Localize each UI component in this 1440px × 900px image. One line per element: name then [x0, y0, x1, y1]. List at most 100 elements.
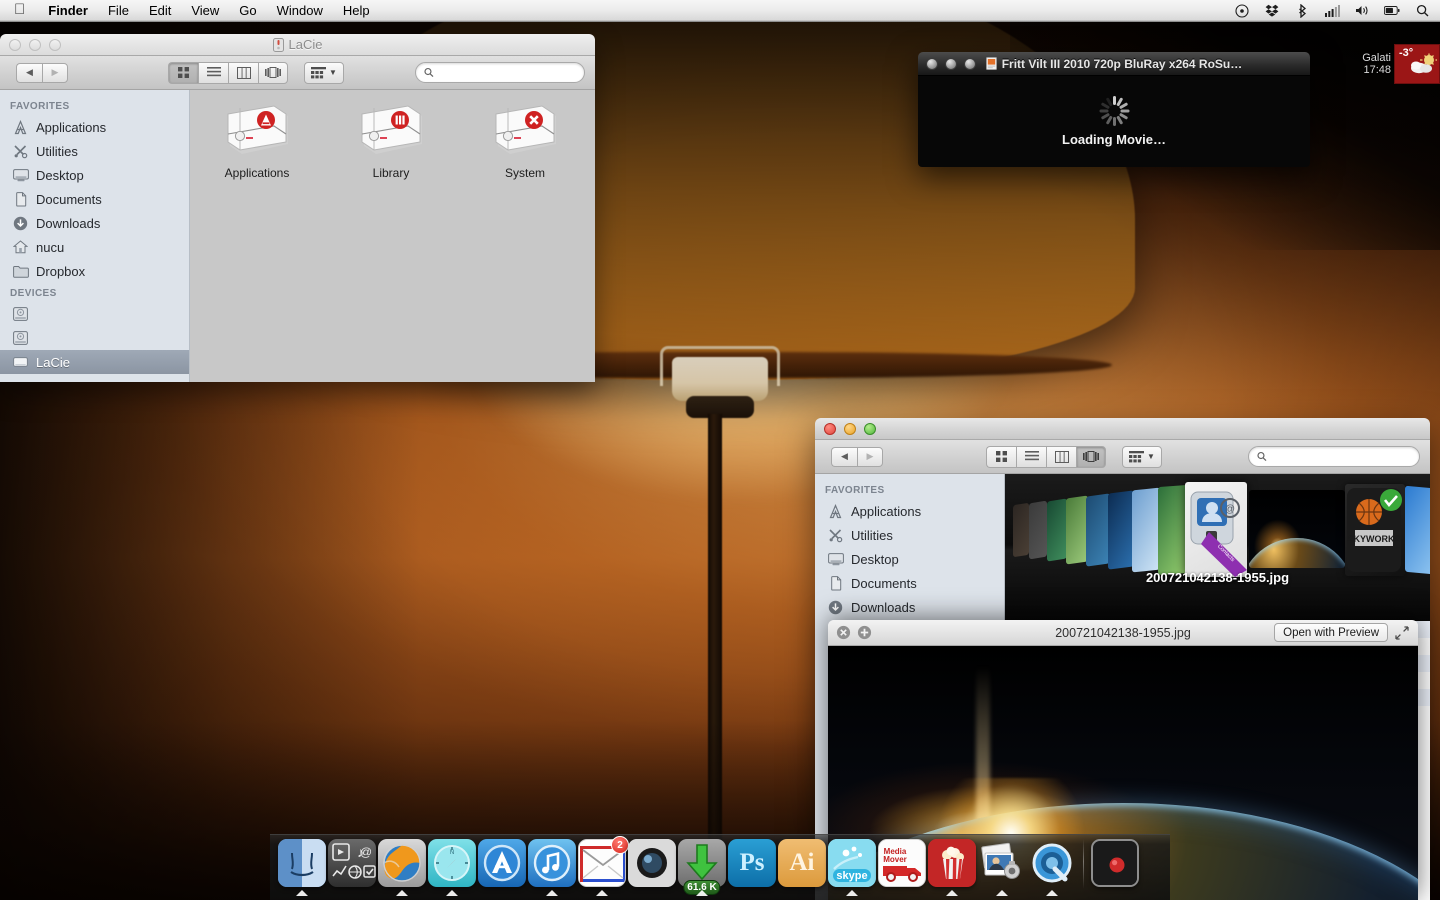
weather-widget[interactable]: Galati 17:48 -3° — [1352, 44, 1440, 84]
dock-item-app-store[interactable] — [478, 839, 526, 897]
icon-view-button[interactable] — [168, 61, 198, 84]
dock[interactable]: ♪ @ N 2 61.6 K Ps Ai skype Media Mover — [270, 834, 1170, 900]
dock-item-popcorn[interactable] — [928, 839, 976, 897]
dock-item-downloader[interactable]: 61.6 K — [678, 839, 726, 897]
titlebar-movie[interactable]: Fritt Vilt III 2010 720p BluRay x264 RoS… — [918, 52, 1310, 76]
cover-item[interactable] — [1108, 490, 1134, 570]
spotlight-search-icon[interactable] — [1414, 4, 1430, 18]
back-button[interactable]: ◀ — [16, 62, 42, 83]
quicklook-close-icon[interactable] — [836, 625, 851, 640]
dock-item-iphoto[interactable] — [978, 839, 1026, 897]
menu-item-window[interactable]: Window — [267, 0, 333, 22]
sidebar-item-downloads[interactable]: Downloads — [815, 595, 1004, 619]
search-box-coverflow[interactable] — [1248, 446, 1420, 467]
open-with-preview-button[interactable]: Open with Preview — [1274, 623, 1388, 642]
titlebar-lacie[interactable]: LaCie — [0, 34, 595, 56]
bluetooth-icon[interactable] — [1294, 3, 1310, 18]
search-input[interactable] — [1271, 450, 1411, 463]
sidebar-item-utilities[interactable]: Utilities — [815, 523, 1004, 547]
dock-item-dashboard[interactable]: ♪ @ — [328, 839, 376, 897]
coverflow-view-button[interactable] — [258, 61, 288, 84]
sidebar-item-downloads[interactable]: Downloads — [0, 211, 189, 235]
sidebar-item-documents[interactable]: Documents — [815, 571, 1004, 595]
menu-item-help[interactable]: Help — [333, 0, 380, 22]
dock-item-mail[interactable]: 2 — [578, 836, 629, 897]
list-view-button[interactable] — [1016, 445, 1046, 468]
movie-viewport[interactable]: Loading Movie… — [918, 76, 1310, 167]
cover-item-selected-right[interactable]: SKYWORKS — [1345, 484, 1405, 576]
list-view-button[interactable] — [198, 61, 228, 84]
cover-item-selected[interactable]: @ Contacts — [1185, 482, 1247, 577]
dock-item-illustrator[interactable]: Ai — [778, 839, 826, 897]
sidebar-item-utilities[interactable]: Utilities — [0, 139, 189, 163]
sidebar-item-lacie[interactable]: LaCie — [0, 350, 189, 374]
volume-icon[interactable] — [1354, 4, 1370, 18]
forward-button[interactable]: ▶ — [857, 446, 883, 467]
timemachine-icon[interactable] — [1234, 3, 1250, 18]
dock-item-screen-recorder[interactable] — [1091, 839, 1139, 897]
wifi-signal-icon[interactable] — [1324, 4, 1340, 18]
menu-item-file[interactable]: File — [98, 0, 139, 22]
cover-item[interactable] — [1405, 485, 1430, 575]
sidebar-item-documents[interactable]: Documents — [0, 187, 189, 211]
menu-item-go[interactable]: Go — [229, 0, 266, 22]
toolbar-coverflow[interactable]: ◀ ▶ ▼ — [815, 440, 1430, 474]
dock-item-itunes[interactable] — [528, 839, 576, 897]
cover-item[interactable] — [1047, 498, 1067, 562]
column-view-button[interactable] — [1046, 445, 1076, 468]
movie-player-window[interactable]: Fritt Vilt III 2010 720p BluRay x264 RoS… — [918, 52, 1310, 167]
close-button[interactable] — [824, 422, 836, 435]
sidebar-item-nucu[interactable]: nucu — [0, 235, 189, 259]
dock-item-browser[interactable] — [378, 839, 426, 897]
minimize-button[interactable] — [844, 422, 856, 435]
file-item-applications[interactable]: Applications — [208, 104, 306, 180]
dropbox-icon[interactable] — [1264, 4, 1280, 18]
sidebar-item-applications[interactable]: Applications — [815, 499, 1004, 523]
coverflow-view-button[interactable] — [1076, 445, 1106, 468]
dock-item-skype[interactable]: skype — [828, 839, 876, 897]
coverflow-stage[interactable]: @ Contacts SKYWORKS 200721042138-1955.jp… — [1005, 474, 1430, 621]
search-input[interactable] — [438, 66, 576, 79]
battery-icon[interactable] — [1384, 4, 1400, 18]
zoom-button[interactable] — [49, 38, 61, 51]
file-item-system[interactable]: System — [476, 104, 574, 180]
cover-item[interactable] — [1086, 493, 1110, 567]
titlebar-coverflow[interactable] — [815, 418, 1430, 440]
action-gear-menu[interactable]: ▼ — [1122, 445, 1162, 468]
sidebar-item-drive-1[interactable] — [0, 302, 189, 326]
dock-item-photoshop[interactable]: Ps — [728, 839, 776, 897]
icon-view-button[interactable] — [986, 445, 1016, 468]
dock-item-photo-booth[interactable] — [628, 839, 676, 897]
cover-item[interactable] — [1132, 487, 1160, 573]
close-button[interactable] — [9, 38, 21, 51]
cover-item[interactable] — [1029, 500, 1047, 560]
cover-item[interactable] — [1158, 484, 1188, 576]
dock-item-safari[interactable]: N — [428, 839, 476, 897]
cover-item-center[interactable] — [1249, 490, 1345, 568]
column-view-button[interactable] — [228, 61, 258, 84]
menu-item-view[interactable]: View — [181, 0, 229, 22]
dock-item-quicktime[interactable] — [1028, 839, 1076, 897]
search-box-lacie[interactable] — [415, 62, 585, 83]
forward-button[interactable]: ▶ — [42, 62, 68, 83]
file-item-library[interactable]: Library — [342, 104, 440, 180]
quicklook-add-icon[interactable] — [857, 625, 872, 640]
sidebar-item-drive-2[interactable] — [0, 326, 189, 350]
file-area-lacie[interactable]: Applications Library System — [190, 90, 595, 382]
cover-item[interactable] — [1066, 495, 1088, 565]
quicklook-fullscreen-icon[interactable] — [1394, 625, 1410, 641]
minimize-button[interactable] — [29, 38, 41, 51]
finder-window-lacie[interactable]: LaCie ◀ ▶ ▼ FAVORITES Applications Utili… — [0, 34, 595, 382]
sidebar-item-desktop[interactable]: Desktop — [815, 547, 1004, 571]
action-gear-menu[interactable]: ▼ — [304, 61, 344, 84]
menu-item-finder[interactable]: Finder — [38, 0, 98, 22]
apple-logo-icon[interactable]:  — [0, 2, 38, 17]
dock-item-finder[interactable] — [278, 839, 326, 897]
dock-item-media-mover[interactable]: Media Mover — [878, 839, 926, 897]
back-button[interactable]: ◀ — [831, 446, 857, 467]
sidebar-item-dropbox[interactable]: Dropbox — [0, 259, 189, 283]
menu-item-edit[interactable]: Edit — [139, 0, 181, 22]
sidebar-item-desktop[interactable]: Desktop — [0, 163, 189, 187]
toolbar-lacie[interactable]: ◀ ▶ ▼ — [0, 56, 595, 90]
zoom-button[interactable] — [864, 422, 876, 435]
